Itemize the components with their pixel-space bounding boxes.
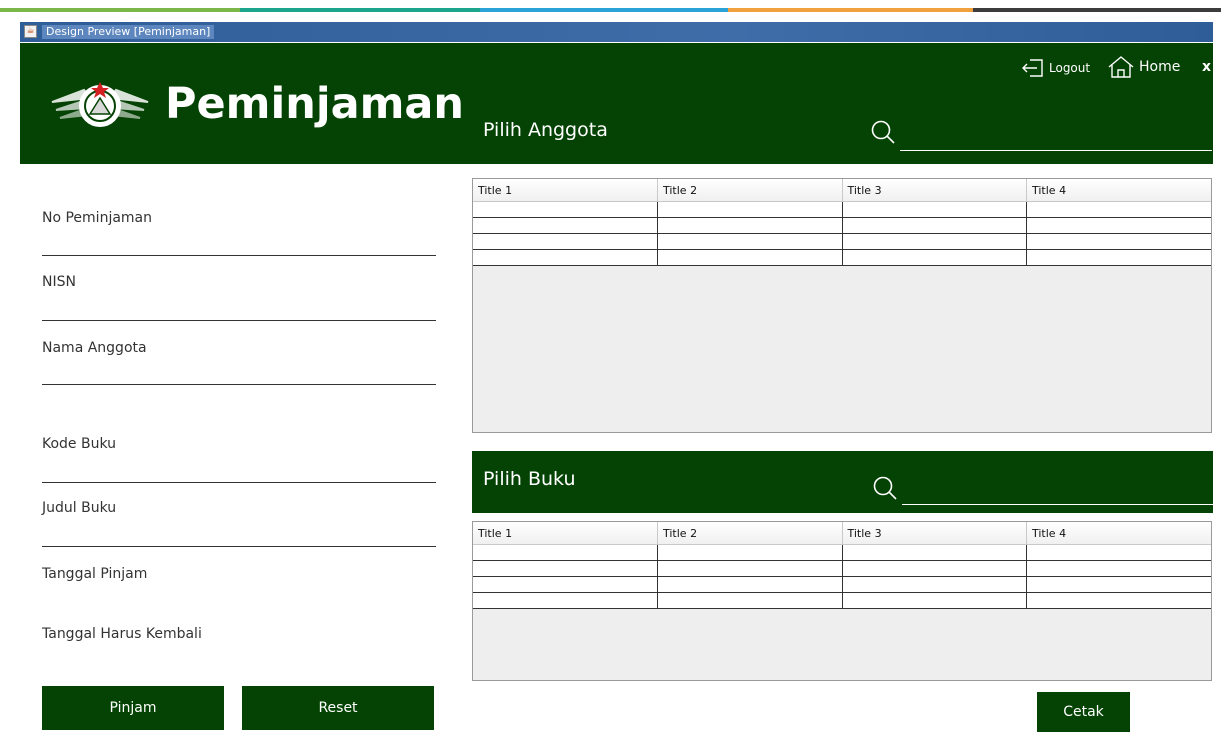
home-label: Home [1139,59,1181,75]
table-cell[interactable] [473,560,658,577]
home-icon [1108,56,1134,78]
table-cell[interactable] [657,592,843,609]
table-cell[interactable] [1026,201,1211,218]
tanggal-pinjam-label: Tanggal Pinjam [42,566,148,582]
table-cell[interactable] [473,233,658,250]
table-cell[interactable] [657,560,843,577]
java-app-icon: ☕ [24,25,37,38]
logout-icon [1022,59,1043,77]
book-table-header[interactable]: Title 3 [842,522,1027,545]
book-search-input[interactable] [902,504,1213,505]
no-peminjaman-label: No Peminjaman [42,210,153,226]
table-cell[interactable] [1026,560,1211,577]
top-stripe-blue [480,8,728,12]
table-cell[interactable] [657,217,843,234]
table-cell[interactable] [1026,576,1211,593]
table-cell[interactable] [1026,544,1211,561]
table-cell[interactable] [842,233,1027,250]
no-peminjaman-field[interactable] [42,255,436,256]
table-cell[interactable] [657,201,843,218]
book-section-label: Pilih Buku [483,468,576,490]
table-row[interactable] [473,544,1211,561]
nama-anggota-field[interactable] [42,384,436,385]
table-cell[interactable] [657,249,843,266]
home-button[interactable]: Home [1107,55,1180,79]
member-table-header[interactable]: Title 1 [473,179,658,202]
table-cell[interactable] [473,249,658,266]
member-table-header[interactable]: Title 3 [842,179,1027,202]
pinjam-button[interactable]: Pinjam [42,686,224,730]
cetak-button[interactable]: Cetak [1037,692,1130,732]
table-cell[interactable] [1026,249,1211,266]
nisn-label: NISN [42,274,76,290]
table-row[interactable] [473,592,1211,609]
table-cell[interactable] [657,233,843,250]
table-cell[interactable] [657,576,843,593]
table-cell[interactable] [473,217,658,234]
table-cell[interactable] [842,217,1027,234]
reset-button[interactable]: Reset [242,686,434,730]
book-section-header: Pilih Buku [472,451,1213,513]
judul-buku-label: Judul Buku [42,500,117,516]
book-table[interactable]: Title 1 Title 2 Title 3 Title 4 [472,521,1212,681]
table-cell[interactable] [1026,233,1211,250]
table-cell[interactable] [1026,217,1211,234]
member-section-label: Pilih Anggota [483,119,608,141]
tanggal-harus-kembali-label: Tanggal Harus Kembali [42,626,202,642]
app-header: Peminjaman Logout Home x Pilih Anggota [20,43,1213,164]
judul-buku-field[interactable] [42,546,436,547]
table-cell[interactable] [842,201,1027,218]
table-cell[interactable] [842,249,1027,266]
close-button[interactable]: x [1202,59,1211,75]
table-cell[interactable] [842,592,1027,609]
table-cell[interactable] [473,201,658,218]
logout-button[interactable]: Logout [1020,58,1090,78]
table-cell[interactable] [1026,592,1211,609]
window-title: Design Preview [Peminjaman] [42,25,215,39]
top-stripe-green [0,8,240,12]
emblem-logo [51,82,149,127]
top-stripe-orange [728,8,973,12]
book-table-header[interactable]: Title 1 [473,522,658,545]
nama-anggota-label: Nama Anggota [42,340,147,356]
kode-buku-field[interactable] [42,482,436,483]
table-cell[interactable] [473,544,658,561]
logout-label: Logout [1049,61,1091,75]
book-search-icon[interactable] [872,475,898,501]
top-stripe-dark [973,8,1221,12]
table-cell[interactable] [657,544,843,561]
member-table[interactable]: Title 1 Title 2 Title 3 Title 4 [472,178,1212,433]
table-cell[interactable] [473,592,658,609]
table-row[interactable] [473,249,1211,266]
window-title-bar[interactable]: ☕ Design Preview [Peminjaman] [20,22,1213,42]
member-table-header[interactable]: Title 2 [657,179,843,202]
table-cell[interactable] [473,576,658,593]
table-row[interactable] [473,576,1211,593]
table-row[interactable] [473,560,1211,577]
page-title: Peminjaman [165,79,465,129]
table-row[interactable] [473,201,1211,218]
table-cell[interactable] [842,544,1027,561]
kode-buku-label: Kode Buku [42,436,117,452]
table-cell[interactable] [842,576,1027,593]
nisn-field[interactable] [42,320,436,321]
table-cell[interactable] [842,560,1027,577]
book-table-header[interactable]: Title 2 [657,522,843,545]
member-table-header[interactable]: Title 4 [1026,179,1211,202]
book-table-header[interactable]: Title 4 [1026,522,1211,545]
table-row[interactable] [473,217,1211,234]
member-search-input[interactable] [900,150,1212,151]
table-row[interactable] [473,233,1211,250]
member-search-icon[interactable] [870,119,896,145]
top-stripe-teal [240,8,480,12]
